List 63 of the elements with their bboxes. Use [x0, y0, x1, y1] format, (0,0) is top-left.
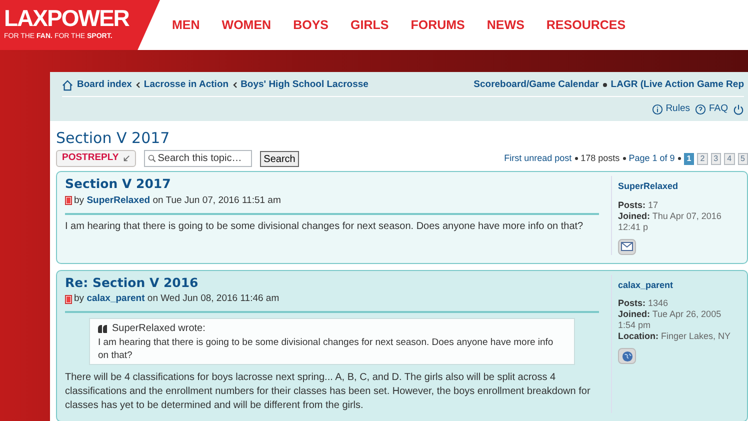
bullet-icon [622, 157, 626, 160]
author-link[interactable]: calax_parent [86, 293, 145, 304]
post-title[interactable]: Section V 2017 [65, 176, 599, 192]
author-link[interactable]: SuperRelaxed [86, 194, 150, 206]
page-link[interactable]: 2 [697, 152, 708, 164]
nav-link[interactable]: FORUMS [410, 16, 465, 34]
post-count: 178 posts [580, 152, 620, 165]
quote-author: SuperRelaxed wrote: [112, 322, 206, 336]
search-button[interactable]: Search [260, 150, 300, 166]
nav-link[interactable]: BOYS [293, 16, 329, 34]
bullet-icon [602, 83, 607, 88]
topic-title[interactable]: Section V 2017 [56, 129, 748, 148]
header-link[interactable]: Rules [666, 102, 690, 116]
power-icon[interactable] [733, 104, 744, 115]
profile-field: Posts: 17 [618, 200, 739, 210]
post-icon [65, 196, 72, 206]
post-byline: by SuperRelaxed on Tue Jun 07, 2016 11:51 am [74, 194, 281, 208]
reply-arrow-icon [122, 155, 130, 162]
quote-icon [98, 324, 108, 333]
profile-username[interactable]: SuperRelaxed [618, 180, 739, 194]
breadcrumb-link[interactable]: Boys' High School Lacrosse [240, 78, 368, 92]
chevron-icon [232, 82, 237, 88]
home-icon [62, 80, 73, 91]
page-link[interactable]: 4 [724, 152, 735, 164]
nav-link[interactable]: MEN [172, 16, 200, 34]
info-icon [652, 104, 663, 115]
profile-field: Joined: Thu Apr 07, 2016 12:41 p [618, 210, 739, 232]
post-icon [65, 294, 72, 304]
quote-text: I am hearing that there is going to be some divisional changes for next season. Does anyone have more info on that? [98, 336, 554, 362]
envelope-icon [621, 242, 633, 251]
post-byline: by calax_parent on Wed Jun 08, 2016 11:46 am [74, 292, 280, 306]
header-link[interactable]: FAQ [708, 102, 728, 116]
logo-wordmark: LAXPOWER [4, 7, 130, 30]
help-icon [694, 104, 706, 115]
globe-icon [622, 350, 632, 362]
first-unread-link[interactable]: First unread post [504, 152, 572, 166]
breadcrumb-link[interactable]: Board index [77, 78, 132, 92]
quick-link[interactable]: LAGR (Live Action Game Rep [610, 78, 744, 92]
post-body: There will be 4 classifications for boys lacrosse next spring... A, B, C, and D. The girls also will be split across 4 classifications and the enrollment numbers for their classes has been set. However, the boys enrollment breakdown for classes has yet to be determined and will be different from the girls. [65, 371, 592, 414]
page-indicator[interactable]: Page 1 of 9 [628, 152, 675, 166]
profile-field: Posts: 1346 [618, 298, 739, 309]
nav-link[interactable]: GIRLS [350, 16, 389, 34]
post-title[interactable]: Re: Section V 2016 [65, 274, 599, 290]
page-link[interactable]: 1 [684, 152, 694, 164]
page-link[interactable]: 3 [710, 152, 722, 164]
chevron-icon [136, 82, 140, 88]
email-button[interactable] [618, 238, 636, 254]
profile-field: Location: Finger Lakes, NY [618, 331, 739, 342]
bullet-icon [678, 157, 681, 160]
nav-link[interactable]: RESOURCES [546, 16, 626, 34]
website-button[interactable] [618, 348, 636, 364]
search-field[interactable]: Search this topic… [144, 150, 252, 167]
nav-link[interactable]: NEWS [486, 16, 524, 34]
post-reply-button[interactable]: POSTREPLY [56, 150, 136, 167]
breadcrumb-link[interactable]: Lacrosse in Action [144, 78, 229, 92]
nav-link[interactable]: WOMEN [222, 16, 272, 34]
quick-link[interactable]: Scoreboard/Game Calendar [474, 78, 599, 92]
post-body: I am hearing that there is going to be some divisional changes for next season. Does anyone have more info on that? [65, 220, 584, 234]
bullet-icon [574, 157, 578, 160]
search-icon [148, 154, 156, 163]
profile-username[interactable]: calax_parent [618, 278, 739, 292]
profile-field: Joined: Tue Apr 26, 2005 1:54 pm [618, 309, 739, 331]
page-link[interactable]: 5 [738, 152, 748, 164]
